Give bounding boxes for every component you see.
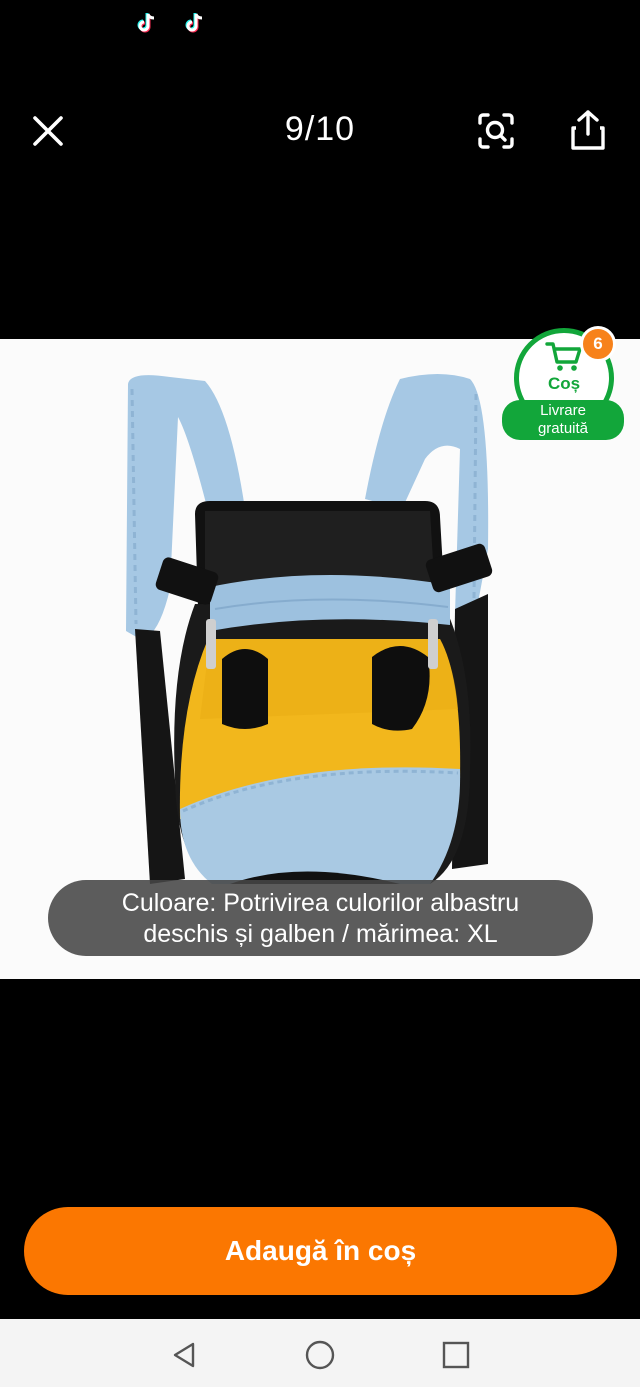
tiktok-icon [184,10,206,36]
tiktok-icon [136,10,158,36]
recents-button[interactable] [434,1333,478,1377]
home-icon [305,1340,335,1370]
system-navigation-bar [0,1319,640,1387]
back-button[interactable] [162,1333,206,1377]
image-counter: 9/10 [284,110,356,148]
add-to-cart-button[interactable]: Adaugă în coș [24,1207,617,1295]
share-icon [571,110,605,150]
cart-count-badge: 6 [580,326,616,362]
recents-icon [442,1341,470,1369]
variant-caption-line1: Culoare: Potrivirea culorilor albastru [121,889,520,917]
status-bar [0,0,640,50]
image-search-icon [478,113,514,149]
cart-icon [545,342,582,371]
cart-label: Coș [547,374,581,393]
back-icon [173,1342,195,1368]
free-shipping-line1: Livrare [540,402,586,419]
free-shipping-badge: Livrare gratuită [502,400,624,440]
share-button[interactable] [564,105,612,155]
free-shipping-line2: gratuită [537,420,589,437]
image-search-button[interactable] [472,107,520,155]
variant-caption: Culoare: Potrivirea culorilor albastru d… [48,880,593,956]
home-button[interactable] [298,1333,342,1377]
cart-badge[interactable]: Coș 6 Livrare gratuită [500,322,628,442]
image-viewer-header: 9/10 [0,95,640,167]
variant-caption-line2: deschis și galben / mărimea: XL [143,920,498,948]
